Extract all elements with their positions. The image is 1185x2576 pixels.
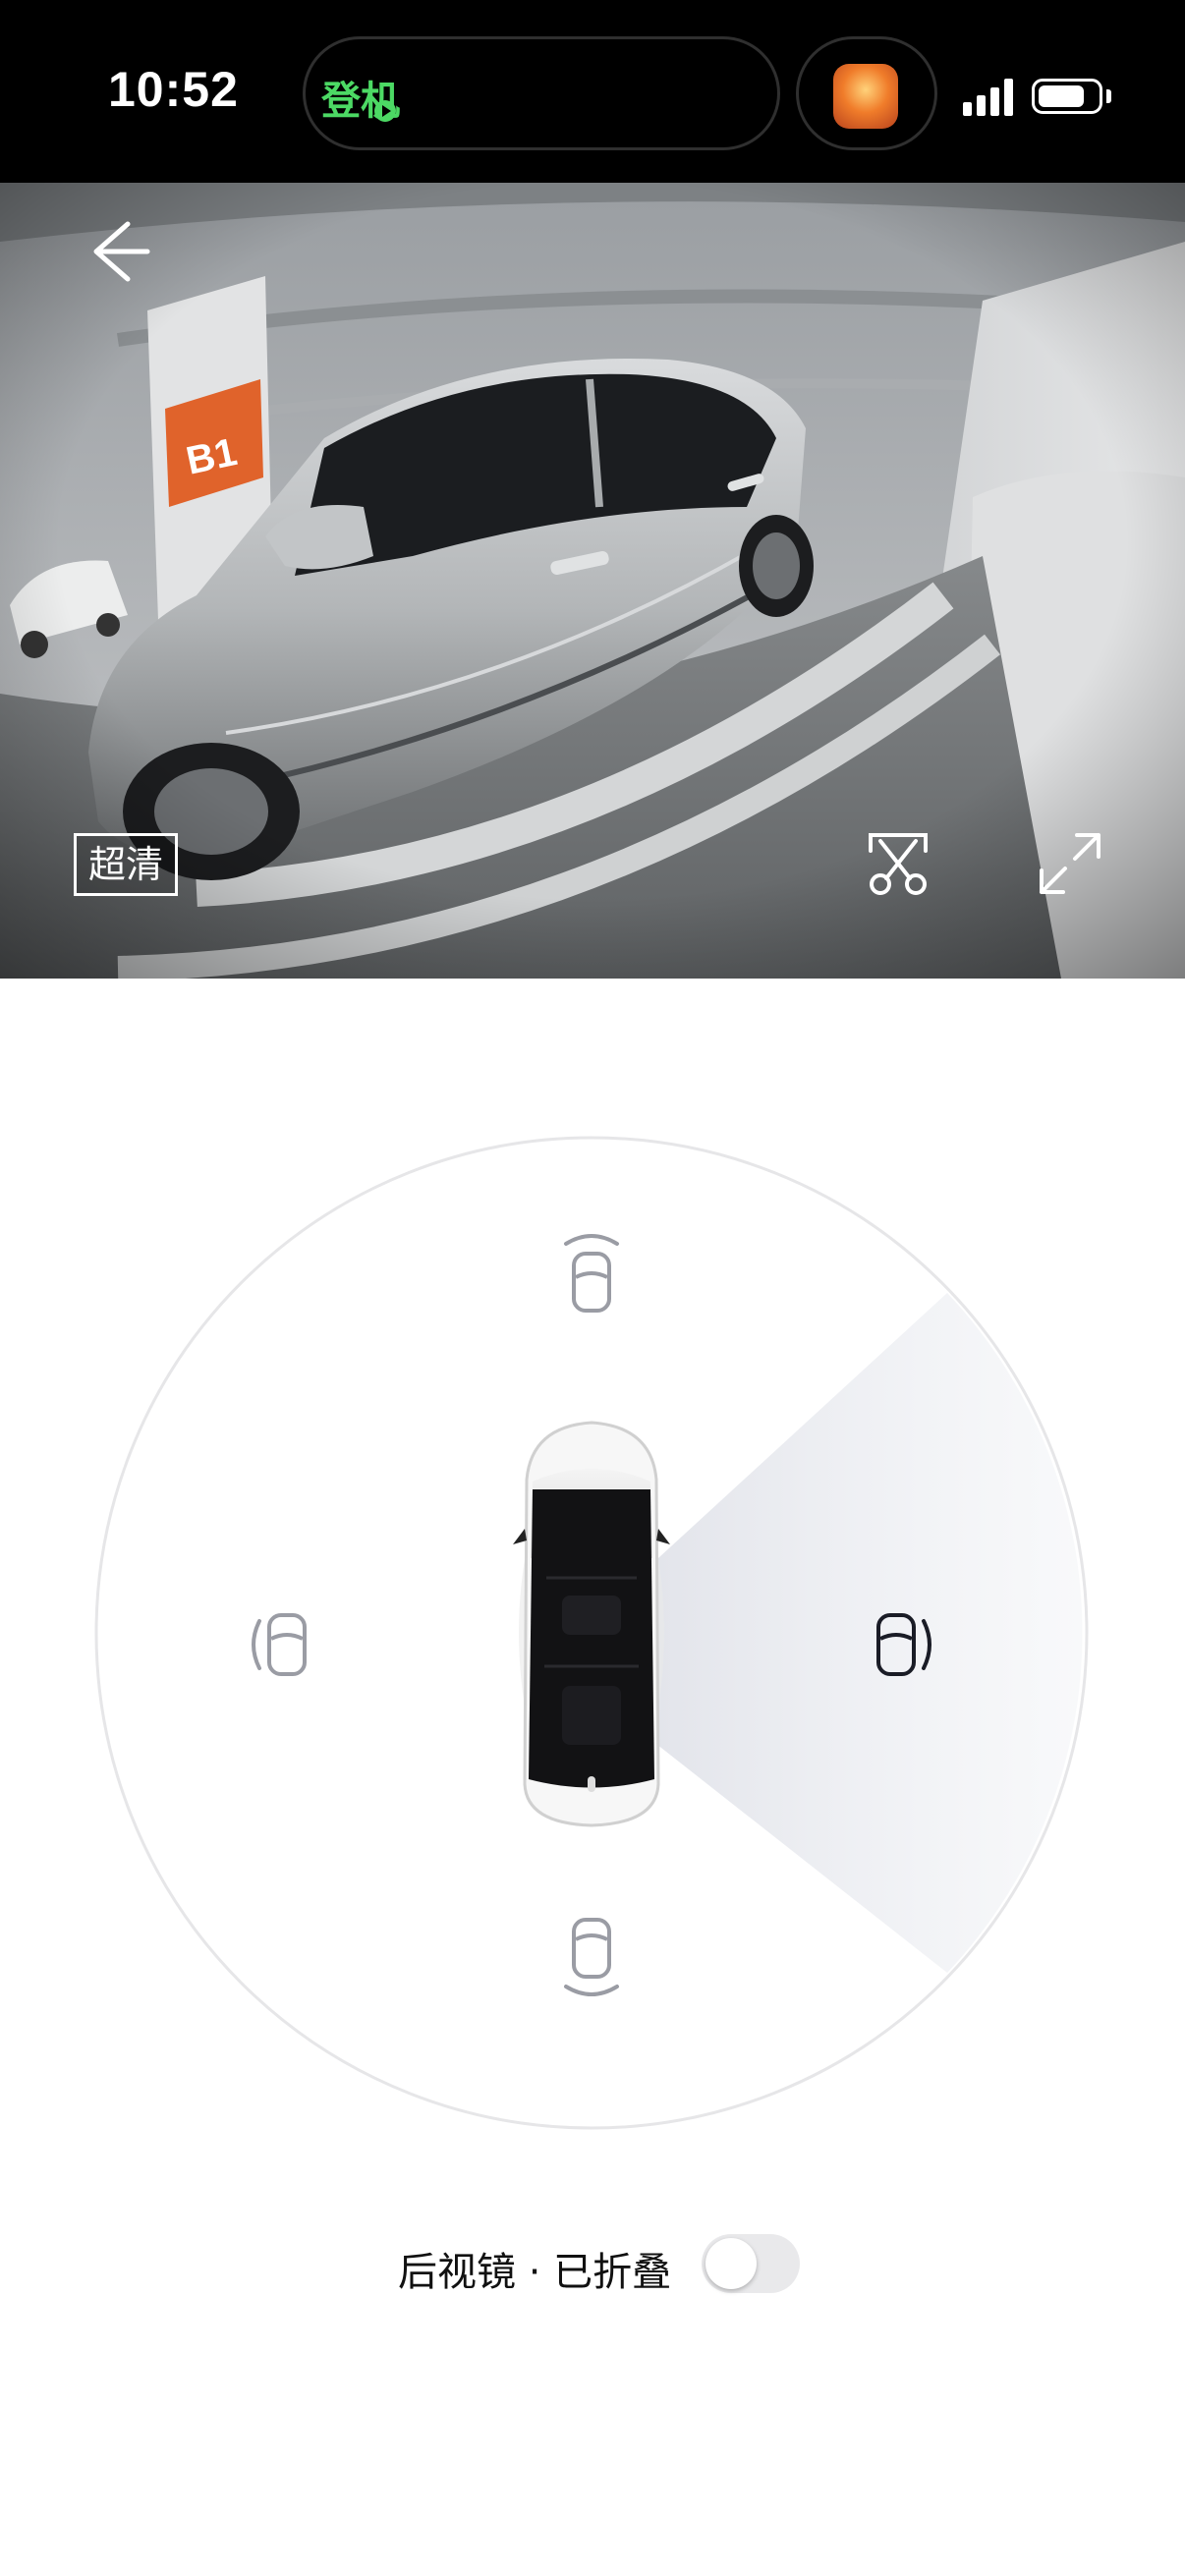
quality-toggle-button[interactable]: 超清 xyxy=(74,833,179,896)
dynamic-island-activity[interactable]: 登机 xyxy=(303,36,780,150)
camera-left-icon xyxy=(252,1613,307,1676)
camera-view-selector xyxy=(94,1136,1089,2130)
back-arrow-icon[interactable] xyxy=(79,212,157,291)
fullscreen-expand-icon[interactable] xyxy=(1036,829,1104,898)
status-bar: 10:52 登机 xyxy=(0,0,1185,183)
battery-icon xyxy=(1032,79,1102,114)
camera-feed: B1 超清 xyxy=(0,183,1185,979)
view-left-button[interactable] xyxy=(246,1605,324,1684)
mirror-status-label: 后视镜 · 已折叠 xyxy=(398,2250,672,2295)
battery-cap xyxy=(1106,89,1111,103)
camera-right-icon xyxy=(876,1613,931,1676)
cellular-signal-icon xyxy=(963,77,1014,116)
vehicle-top-view xyxy=(513,1421,670,1827)
camera-front-icon xyxy=(564,1234,619,1313)
view-front-button[interactable] xyxy=(552,1230,631,1318)
mirror-fold-toggle[interactable] xyxy=(702,2234,800,2293)
app-thumbnail-icon xyxy=(833,64,898,129)
live-activity-play-icon xyxy=(374,100,396,122)
view-rear-button[interactable] xyxy=(552,1914,631,2002)
scissor-capture-icon[interactable] xyxy=(863,827,933,898)
battery-level xyxy=(1039,85,1084,107)
camera-rear-icon xyxy=(564,1918,619,1996)
page: 10:52 登机 超清 后视镜 · 已折叠 xyxy=(0,0,1185,2576)
status-time: 10:52 xyxy=(108,62,239,117)
toggle-knob xyxy=(705,2238,757,2289)
dynamic-island-app[interactable] xyxy=(796,36,937,150)
view-right-button[interactable] xyxy=(861,1605,939,1684)
mirror-fold-row: 后视镜 · 已折叠 xyxy=(0,2230,1185,2299)
